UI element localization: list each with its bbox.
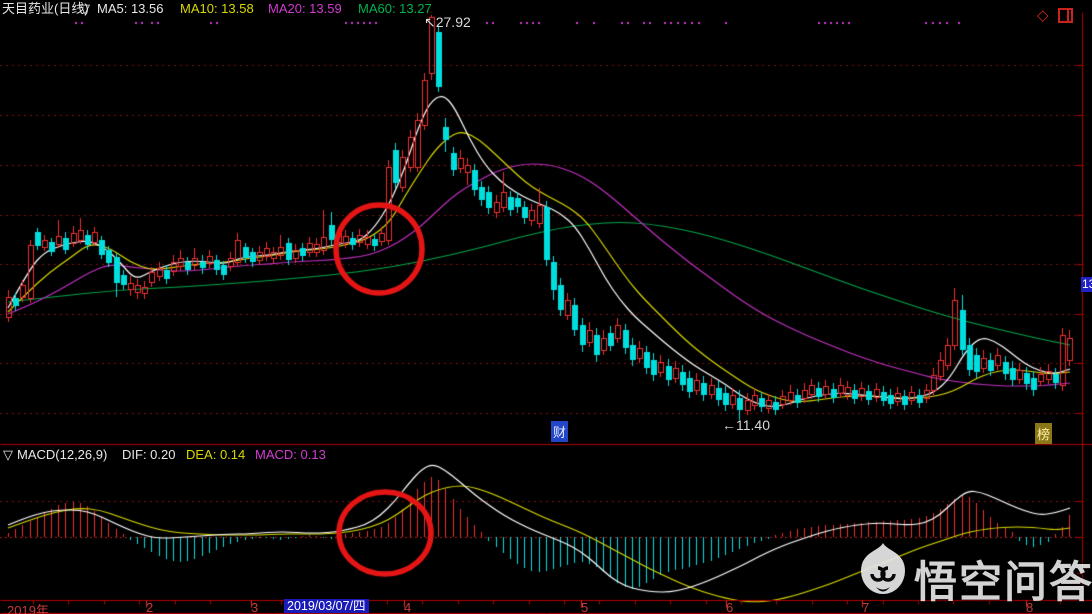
ma5-value: MA5: 13.56 [97, 1, 164, 16]
high-price-annotation: ↖27.92 [424, 14, 471, 30]
macd-collapse-triangle-icon[interactable]: ▽ [3, 448, 13, 462]
window-restore-icon[interactable] [1058, 8, 1073, 23]
ma20-value: MA20: 13.59 [268, 1, 342, 16]
axis-label-feb: 2 [146, 600, 154, 614]
wukong-logo-icon [861, 543, 905, 594]
axis-label-jun: 6 [726, 600, 734, 614]
axis-label-mar: 3 [251, 600, 259, 614]
diamond-icon[interactable]: ◇ [1037, 6, 1049, 24]
macd-value: MACD: 0.13 [255, 447, 326, 462]
dea-value: DEA: 0.14 [186, 447, 246, 462]
axis-label-year: 2019年 [7, 603, 49, 614]
site-watermark-char-bang: 榜 [1035, 423, 1053, 444]
macd-indicator-name: MACD(12,26,9) [17, 447, 108, 462]
ma10-value: MA10: 13.58 [180, 1, 254, 16]
site-watermark-char-cai: 财 [551, 421, 569, 442]
axis-label-apr: 4 [404, 600, 412, 614]
dif-value: DIF: 0.20 [122, 447, 176, 462]
stock-chart-app: 天目药业(日线) ▽ MA5: 13.56 MA10: 13.58 MA20: … [0, 0, 1092, 614]
axis-label-may: 5 [581, 600, 589, 614]
chart-canvas [0, 0, 1092, 614]
collapse-triangle-icon[interactable]: ▽ [80, 2, 90, 16]
axis-label-jul: 7 [862, 600, 870, 614]
current-price-badge: 13 [1081, 277, 1092, 292]
low-price-annotation: ←11.40 [722, 417, 770, 433]
stock-title: 天目药业(日线) [2, 1, 89, 16]
ma60-value: MA60: 13.27 [358, 1, 432, 16]
crosshair-date-box: 2019/03/07/四 [284, 599, 369, 613]
wukong-watermark-text: 悟空问答 [914, 559, 1092, 607]
